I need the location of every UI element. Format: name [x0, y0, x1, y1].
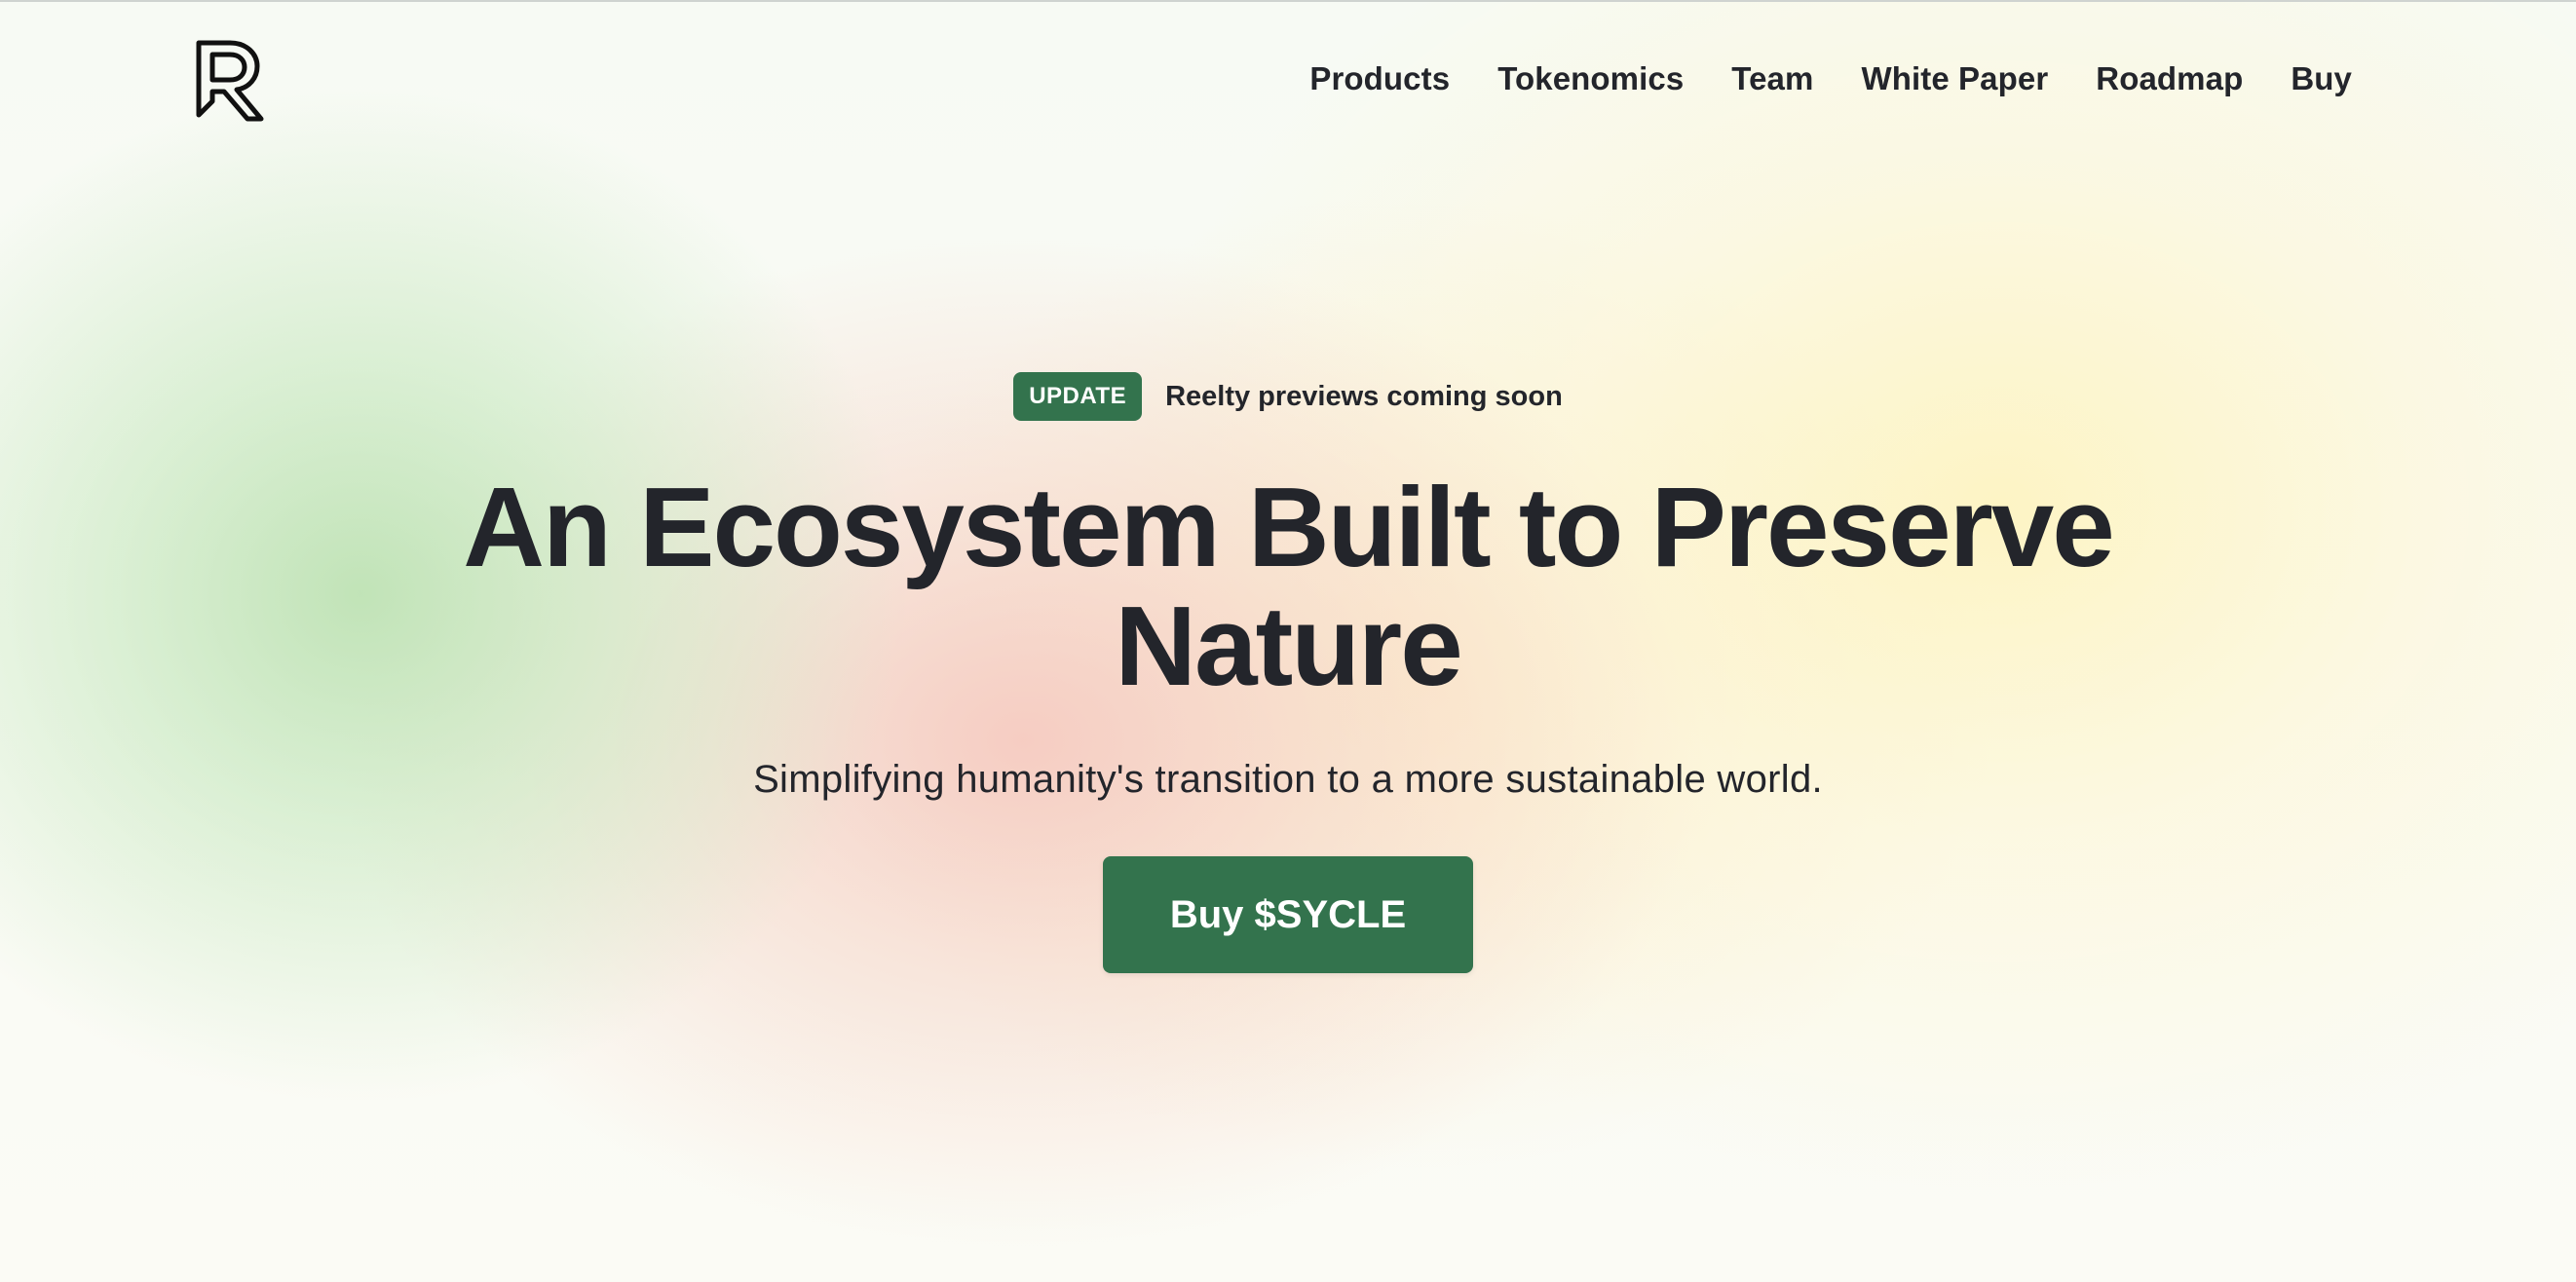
nav-link-buy[interactable]: Buy	[2291, 60, 2352, 97]
hero-headline: An Ecosystem Built to Preserve Nature	[463, 464, 2115, 709]
buy-sycle-button[interactable]: Buy $SYCLE	[1103, 856, 1473, 973]
site-header: Products Tokenomics Team White Paper Roa…	[0, 0, 2576, 166]
announcement-bar[interactable]: UPDATE Reelty previews coming soon	[0, 372, 2576, 421]
nav-link-products[interactable]: Products	[1309, 60, 1450, 97]
update-badge: UPDATE	[1013, 372, 1143, 421]
primary-nav: Products Tokenomics Team White Paper Roa…	[1262, 60, 2352, 97]
nav-link-tokenomics[interactable]: Tokenomics	[1497, 60, 1684, 97]
r-arrow-logo-icon[interactable]	[195, 39, 265, 125]
hero-subheadline: Simplifying humanity's transition to a m…	[753, 758, 1823, 801]
nav-link-team[interactable]: Team	[1731, 60, 1813, 97]
announcement-text: Reelty previews coming soon	[1165, 380, 1563, 412]
nav-link-white-paper[interactable]: White Paper	[1861, 60, 2048, 97]
nav-link-roadmap[interactable]: Roadmap	[2096, 60, 2243, 97]
